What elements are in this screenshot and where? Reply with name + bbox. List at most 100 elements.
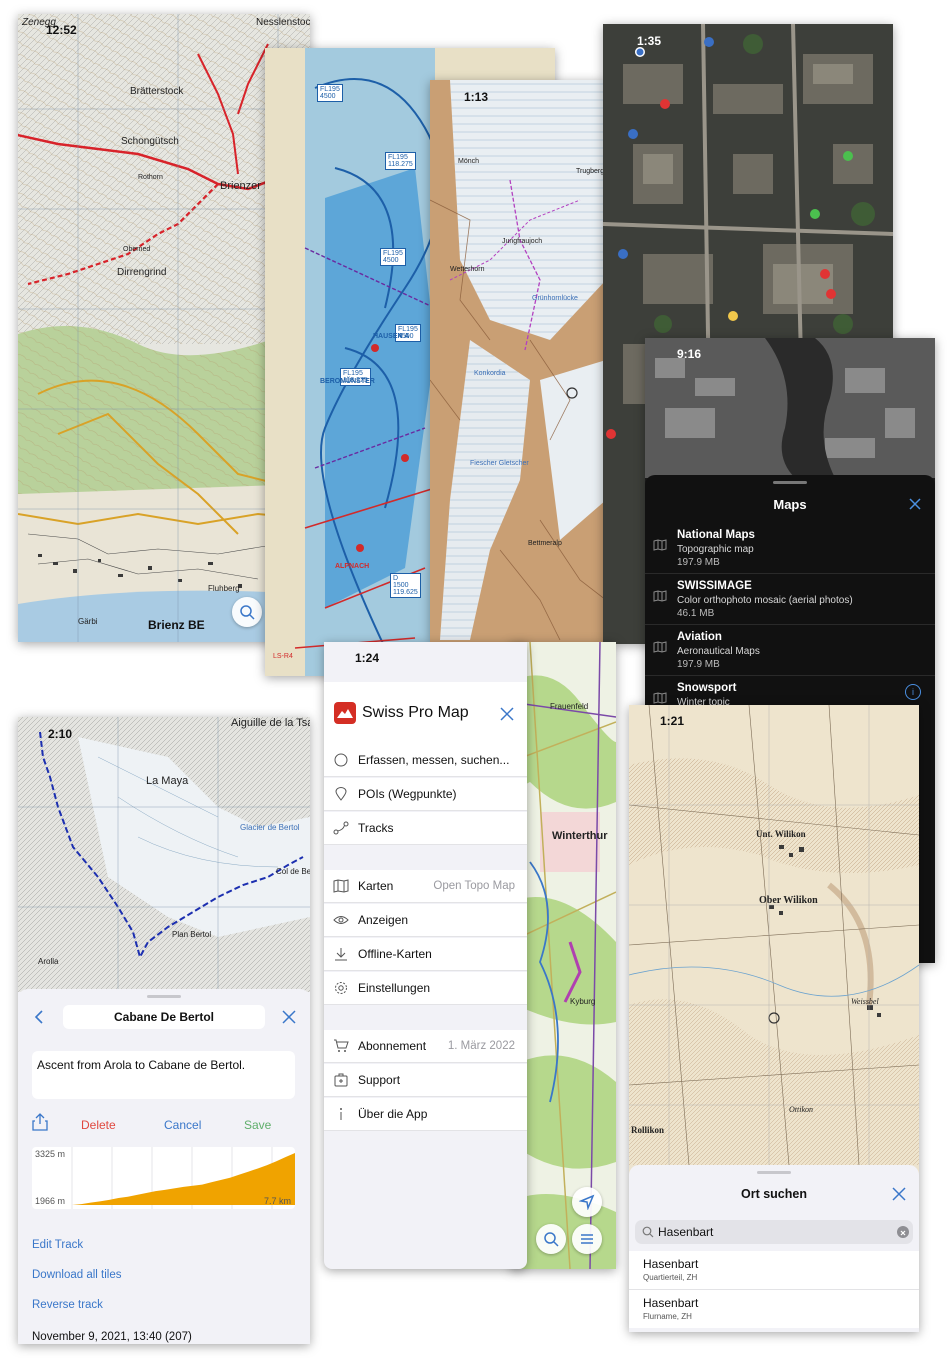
map-item-name: Aviation — [677, 631, 722, 643]
menu-screen: 1:24 Swiss Pro Map Erfassen, messen, suc… — [324, 642, 527, 1269]
track-map-canvas[interactable] — [18, 717, 310, 992]
status-time: 1:35 — [637, 34, 662, 48]
search-result[interactable]: Hasenbart Flurname, ZH — [629, 1290, 919, 1328]
search-button[interactable] — [232, 597, 262, 627]
result-name: Hasenbart — [643, 1296, 699, 1310]
map-label: Trugberg — [576, 168, 605, 175]
map-label: Glacier de Bertol — [240, 823, 300, 832]
close-icon — [282, 1010, 296, 1024]
status-time: 1:24 — [355, 651, 380, 665]
sheet-grabber[interactable] — [757, 1171, 791, 1174]
menu-item-label: Offline-Karten — [358, 947, 432, 961]
map-item-size: 197.9 MB — [677, 659, 720, 670]
track-title-field[interactable]: Cabane De Bertol — [63, 1005, 265, 1029]
hamburger-icon — [581, 1234, 593, 1244]
glacier-map-screen: 1:13 Trugberg Jungfraujoch Mönch Wetterh… — [430, 80, 606, 642]
menu-item-about[interactable]: Über die App — [324, 1098, 527, 1131]
app-name: Swiss Pro Map — [362, 704, 469, 721]
menu-item-subscription[interactable]: Abonnement 1. März 2022 — [324, 1030, 527, 1063]
search-icon — [240, 605, 255, 620]
download-tiles-link[interactable]: Download all tiles — [32, 1269, 122, 1281]
map-label: Jungfraujoch — [502, 238, 543, 245]
close-button[interactable] — [499, 706, 515, 722]
back-button[interactable] — [32, 1009, 46, 1025]
map-icon — [653, 641, 667, 653]
clear-icon — [900, 1230, 906, 1236]
menu-item-label: Support — [358, 1073, 401, 1087]
menu-item-tracks[interactable]: Tracks — [324, 812, 527, 845]
delete-button[interactable]: Delete — [81, 1118, 116, 1132]
status-time: 9:16 — [677, 347, 702, 361]
map-icon — [653, 590, 667, 602]
airspace-label: BEROMÜNSTER — [320, 378, 375, 385]
locate-button[interactable] — [572, 1187, 602, 1217]
menu-item-capture[interactable]: Erfassen, messen, suchen... — [324, 744, 527, 777]
map-item-national[interactable]: National Maps Topographic map 197.9 MB — [645, 523, 935, 574]
historic-map-canvas[interactable] — [629, 705, 919, 1165]
close-button[interactable] — [891, 1186, 907, 1202]
sheet-grabber[interactable] — [147, 995, 181, 998]
map-label: Wetterhorn — [450, 266, 485, 273]
menu-item-settings[interactable]: Einstellungen — [324, 972, 527, 1005]
map-item-desc: Topographic map — [677, 544, 754, 555]
edit-track-link[interactable]: Edit Track — [32, 1239, 83, 1251]
track-sheet: Cabane De Bertol Ascent from Arola to Ca… — [18, 989, 310, 1344]
map-label: Fluhberg — [208, 584, 240, 593]
search-result[interactable]: Hasenbart Quartierteil, ZH — [629, 1251, 919, 1290]
map-label: Konkordia — [474, 370, 506, 377]
clear-search-button[interactable] — [897, 1226, 909, 1238]
map-label: Ober Wilikon — [759, 895, 818, 906]
sheet-grabber[interactable] — [773, 481, 807, 484]
result-name: Hasenbart — [643, 1257, 699, 1271]
map-label: Bettmeralp — [528, 540, 562, 547]
mountain-logo-icon — [337, 709, 353, 718]
menu-item-anzeigen[interactable]: Anzeigen — [324, 904, 527, 937]
search-icon — [544, 1232, 559, 1247]
menu-item-value: Open Topo Map — [433, 880, 515, 892]
elevation-chart: 3325 m 1966 m 7.7 km — [32, 1147, 295, 1209]
map-item-aviation[interactable]: Aviation Aeronautical Maps 197.9 MB — [645, 625, 935, 676]
map-item-size: 197.9 MB — [677, 557, 720, 568]
track-detail-screen: 2:10 Aiguille de la Tsa La Maya Glacier … — [18, 717, 310, 1344]
map-label: Winterthur — [552, 830, 608, 842]
cancel-button[interactable]: Cancel — [164, 1118, 201, 1132]
info-icon[interactable]: i — [905, 684, 921, 700]
map-label: Col de Bertol — [276, 867, 310, 876]
map-label: Brienz BE — [148, 618, 205, 632]
support-icon — [334, 1073, 348, 1087]
map-label: Frauenfeld — [550, 702, 589, 711]
airspace-label: ALPNACH — [335, 563, 370, 570]
menu-item-offline[interactable]: Offline-Karten — [324, 938, 527, 971]
search-button[interactable] — [536, 1224, 566, 1254]
airspace-badge: FL195 4500 — [380, 248, 406, 266]
maps-sheet-title: Maps — [773, 497, 807, 512]
cart-icon — [334, 1039, 349, 1052]
map-icon — [653, 692, 667, 704]
airspace-badge: FL195 4500 — [317, 84, 343, 102]
track-description-field[interactable]: Ascent from Arola to Cabane de Bertol. — [32, 1051, 295, 1099]
chevron-left-icon — [34, 1010, 43, 1024]
track-timestamp: November 9, 2021, 13:40 (207) — [32, 1331, 192, 1343]
save-button[interactable]: Save — [244, 1118, 271, 1132]
map-label: Plan Bertol — [172, 930, 212, 939]
pin-icon — [335, 787, 347, 801]
menu-item-karten[interactable]: Karten Open Topo Map — [324, 870, 527, 903]
menu-item-support[interactable]: Support — [324, 1064, 527, 1097]
close-button[interactable] — [907, 496, 923, 512]
status-time: 1:21 — [660, 714, 685, 728]
distance-label: 7.7 km — [263, 1196, 291, 1206]
reverse-track-link[interactable]: Reverse track — [32, 1299, 103, 1311]
map-item-swissimage[interactable]: SWISSIMAGE Color orthophoto mosaic (aeri… — [645, 574, 935, 625]
track-title: Cabane De Bertol — [113, 1010, 215, 1024]
menu-button[interactable] — [572, 1224, 602, 1254]
menu-item-pois[interactable]: POIs (Wegpunkte) — [324, 778, 527, 811]
share-icon — [32, 1113, 48, 1131]
location-arrow-icon — [579, 1194, 595, 1210]
search-input[interactable]: Hasenbart — [635, 1220, 913, 1244]
close-button[interactable] — [281, 1009, 297, 1025]
gear-icon — [335, 982, 347, 994]
airspace-label: LS-R4 — [273, 653, 293, 660]
map-label: Grünhornlücke — [532, 295, 578, 302]
share-button[interactable] — [32, 1113, 48, 1131]
glacier-map-canvas[interactable] — [430, 80, 606, 642]
